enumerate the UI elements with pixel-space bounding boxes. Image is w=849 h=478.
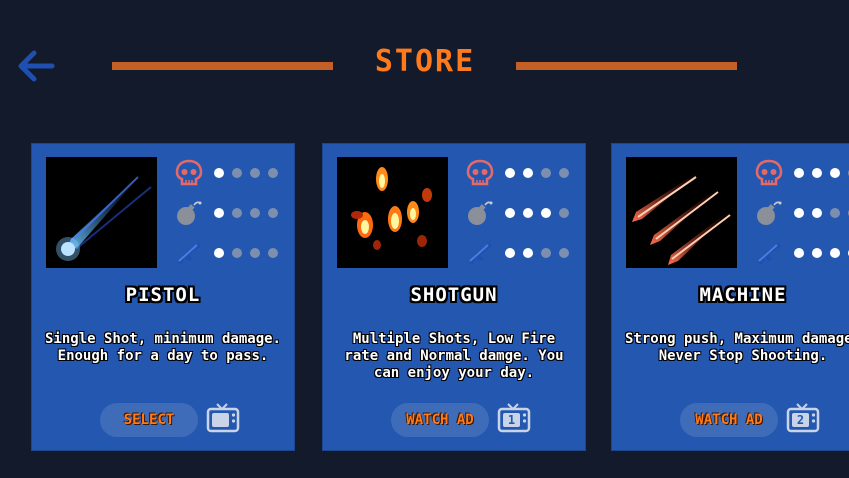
stat-dot [541,208,551,218]
stat-dot [812,248,822,258]
stat-rate [754,238,849,268]
gun-icon [754,238,784,268]
stat-explosive [174,198,286,228]
weapon-card-pistol[interactable]: PISTOL Single Shot, minimum damage. Enou… [31,143,295,451]
machine-gun-shots-image [626,157,737,268]
weapon-name: PISTOL [125,284,201,306]
stat-dot [794,248,804,258]
stat-dot [505,208,515,218]
weapon-card-shotgun[interactable]: SHOTGUN Multiple Shots, Low Fire rate an… [322,143,586,451]
stat-dot [559,208,569,218]
back-arrow-icon [18,50,55,82]
stat-dot [541,248,551,258]
stat-dot [232,248,242,258]
stat-rate [465,238,577,268]
stat-dot [541,168,551,178]
stat-dot [523,208,533,218]
stat-dot [812,168,822,178]
title-divider-left [112,62,333,70]
stat-dot [523,248,533,258]
stat-dot [214,168,224,178]
watch-ad-button[interactable]: WATCH AD [680,403,778,437]
stat-explosive [754,198,849,228]
tv-icon[interactable] [206,400,240,434]
stat-dot [250,208,260,218]
bomb-icon [465,198,495,228]
skull-icon [754,158,784,188]
stat-dot [830,168,840,178]
weapon-name: MACHINE [699,284,787,306]
weapon-description: Single Shot, minimum damage. Enough for … [44,331,281,364]
stat-dot [559,248,569,258]
stat-dot [523,168,533,178]
stat-dot [505,248,515,258]
watch-ad-button[interactable]: WATCH AD [391,403,489,437]
stat-damage [465,158,577,188]
stat-dot [505,168,515,178]
tv-ad-count: 2 [797,413,804,427]
weapon-description: Strong push, Maximum damage, Never Stop … [624,331,849,364]
stat-dot [232,168,242,178]
stat-dot [830,208,840,218]
page-title: STORE [374,44,476,79]
stat-explosive [465,198,577,228]
stat-rate [174,238,286,268]
stat-dot [214,208,224,218]
pistol-shot-image [46,157,157,268]
stat-dot [250,168,260,178]
title-divider-right [516,62,737,70]
skull-icon [465,158,495,188]
bomb-icon [754,198,784,228]
back-button[interactable] [16,48,56,84]
stat-dot [250,248,260,258]
weapon-name: SHOTGUN [410,284,498,306]
shotgun-blast-image [337,157,448,268]
skull-icon [174,158,204,188]
stat-dot [830,248,840,258]
stat-dot [268,168,278,178]
stat-dot [794,208,804,218]
stat-dot [268,208,278,218]
weapon-description: Multiple Shots, Low Fire rate and Normal… [344,331,564,381]
stat-damage [754,158,849,188]
stat-dot [794,168,804,178]
tv-ad-count: 1 [508,413,515,427]
gun-icon [174,238,204,268]
stat-dot [812,208,822,218]
bomb-icon [174,198,204,228]
tv-icon[interactable]: 2 [786,400,820,434]
stat-dot [268,248,278,258]
stat-dot [214,248,224,258]
stat-dot [559,168,569,178]
select-button[interactable]: SELECT [100,403,198,437]
tv-icon[interactable]: 1 [497,400,531,434]
weapon-card-machine[interactable]: MACHINE Strong push, Maximum damage, Nev… [611,143,849,451]
gun-icon [465,238,495,268]
stat-dot [232,208,242,218]
stat-damage [174,158,286,188]
